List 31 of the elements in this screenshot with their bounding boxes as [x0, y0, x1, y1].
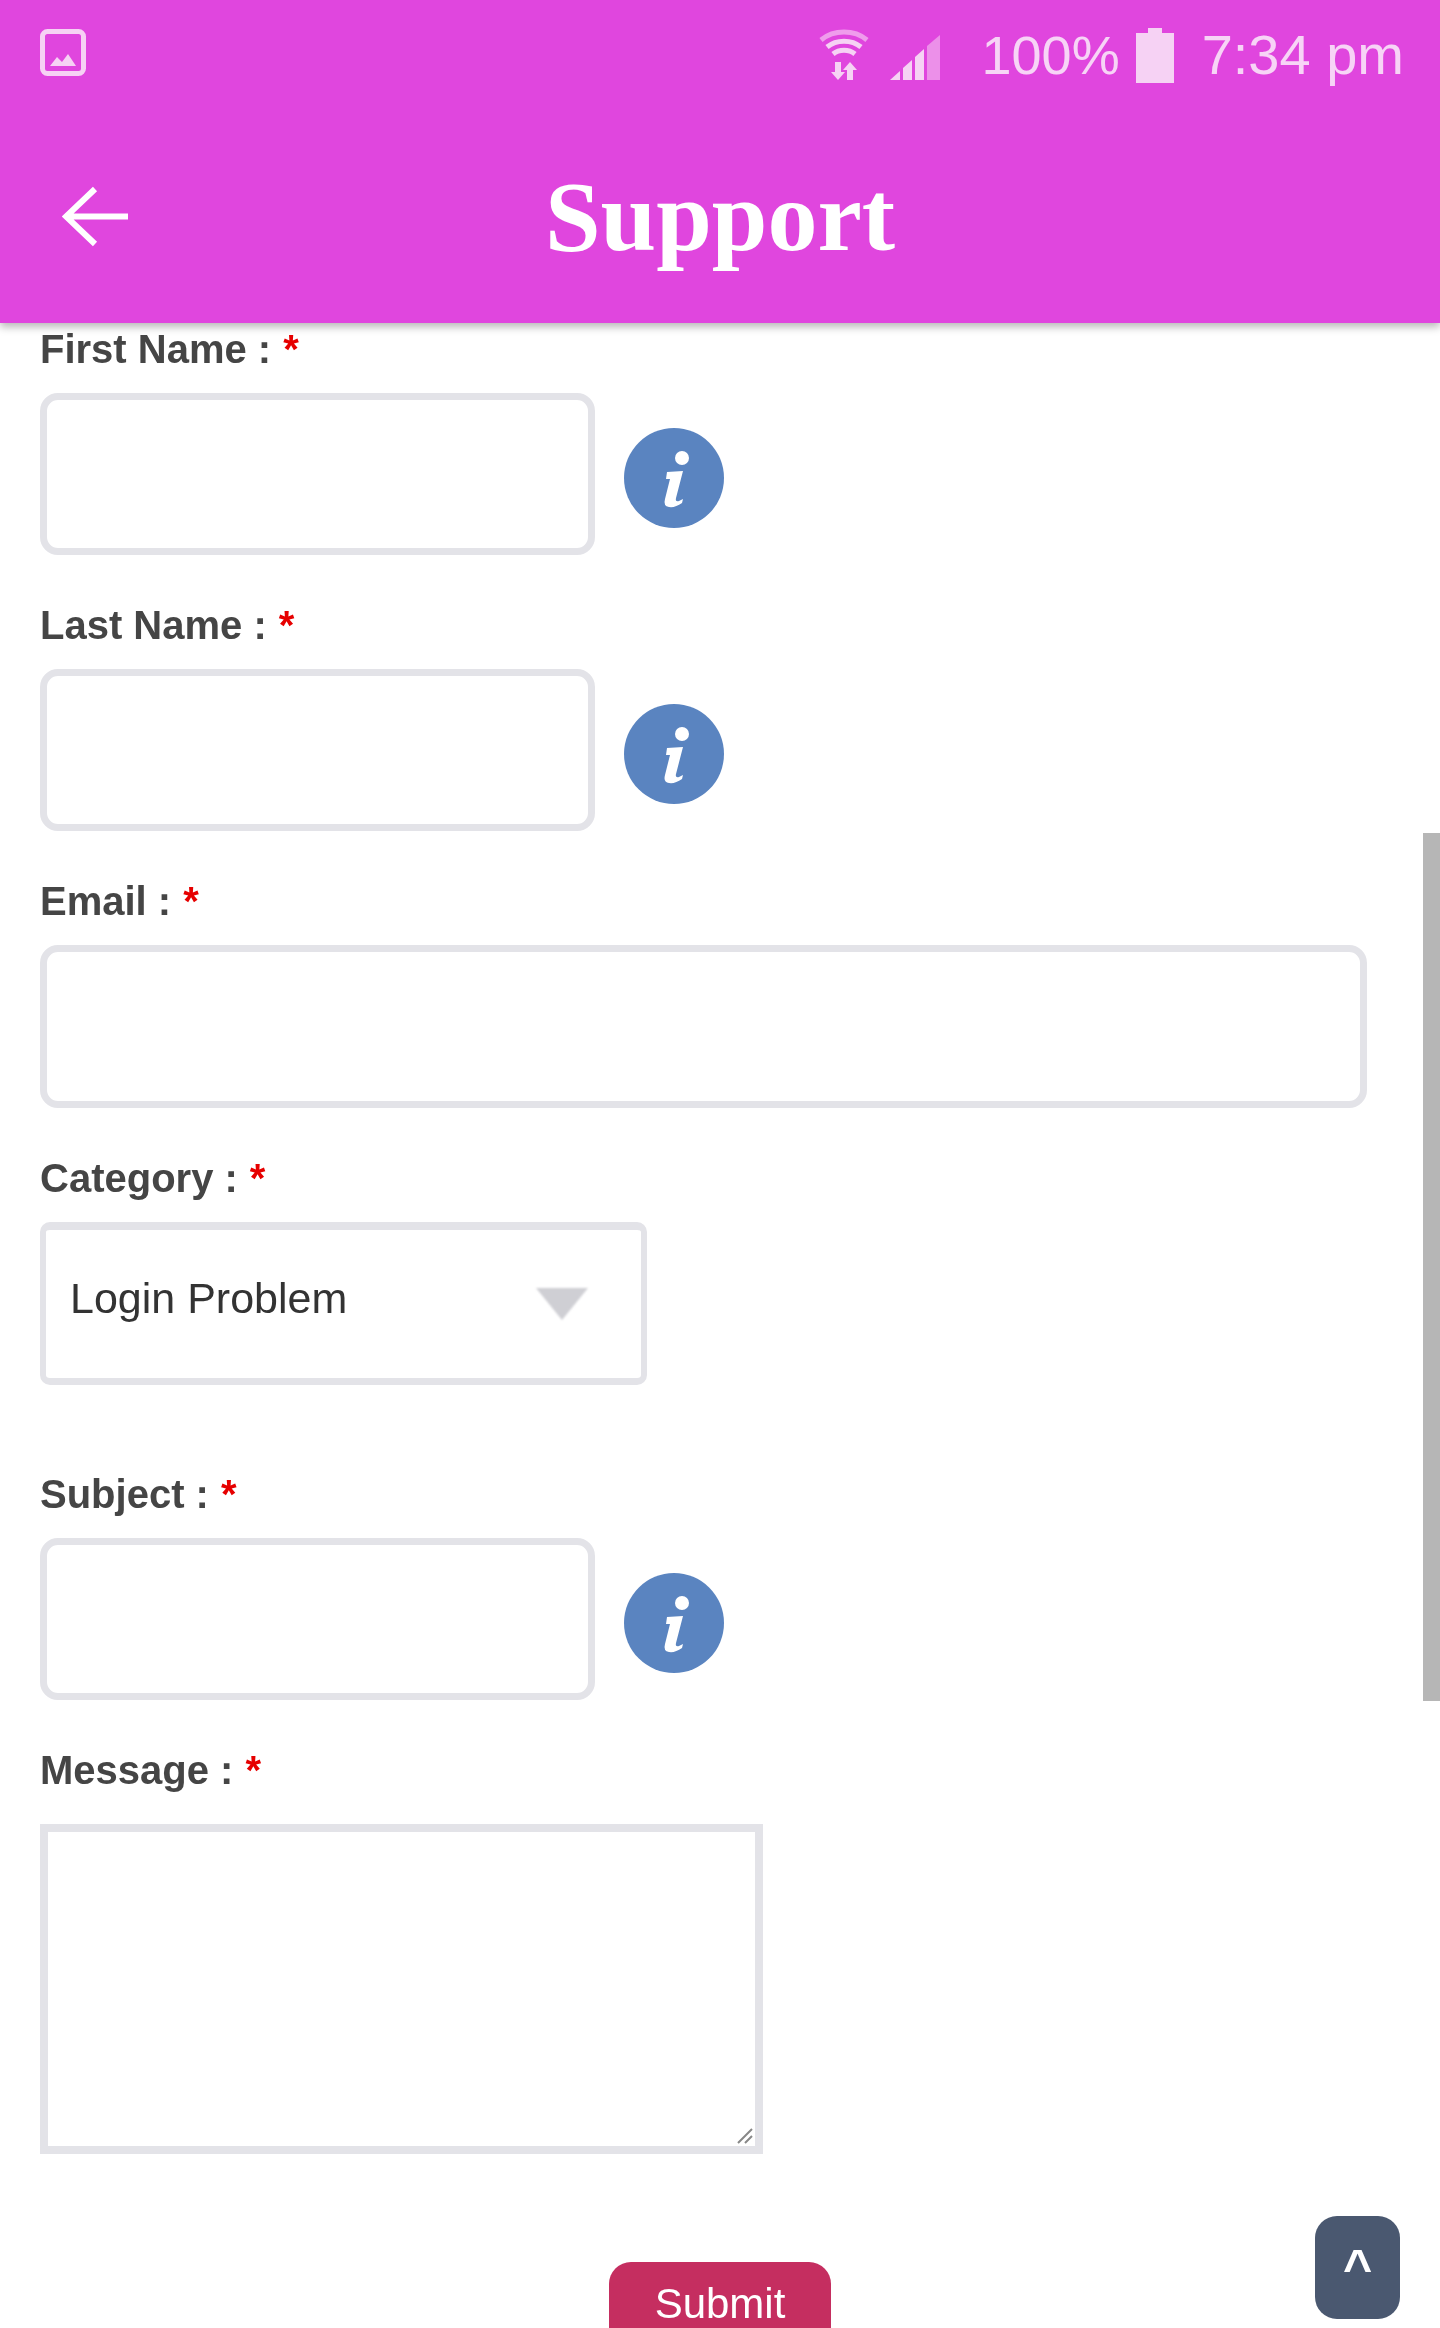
field-label: Email : — [40, 878, 172, 925]
field-label: Category : — [40, 1155, 238, 1202]
signal-icon — [889, 34, 940, 80]
image-icon — [40, 28, 86, 76]
dropdown-caret-icon — [535, 1287, 589, 1321]
required-asterisk: * — [183, 878, 199, 925]
required-asterisk: * — [249, 1155, 266, 1202]
required-asterisk: * — [220, 1471, 237, 1518]
required-asterisk: * — [283, 326, 299, 373]
info-icon[interactable] — [624, 428, 724, 528]
status-time: 7:34 pm — [1201, 25, 1404, 85]
scroll-to-top-button[interactable]: ^ — [1315, 2216, 1400, 2319]
required-asterisk: * — [278, 602, 295, 649]
resize-grip-icon[interactable] — [737, 2128, 753, 2144]
required-asterisk: * — [245, 1747, 261, 1794]
field-label: Message : — [40, 1747, 234, 1794]
text-field[interactable] — [40, 669, 595, 831]
info-icon[interactable] — [624, 704, 724, 804]
battery-percent: 100% — [981, 25, 1120, 85]
field-label: Last Name : — [40, 602, 267, 649]
submit-button[interactable]: Submit — [608, 2262, 832, 2328]
text-field[interactable] — [40, 393, 595, 555]
dropdown-select[interactable]: Login Problem — [40, 1222, 647, 1385]
field-label: Subject : — [40, 1471, 209, 1518]
text-field[interactable] — [40, 1538, 595, 1700]
back-arrow-icon[interactable] — [62, 186, 129, 247]
page-title: Support — [544, 161, 896, 272]
field-label: First Name : — [40, 326, 272, 373]
info-icon[interactable] — [624, 1573, 724, 1673]
email-field[interactable] — [40, 945, 1367, 1108]
battery-icon — [1135, 27, 1174, 83]
